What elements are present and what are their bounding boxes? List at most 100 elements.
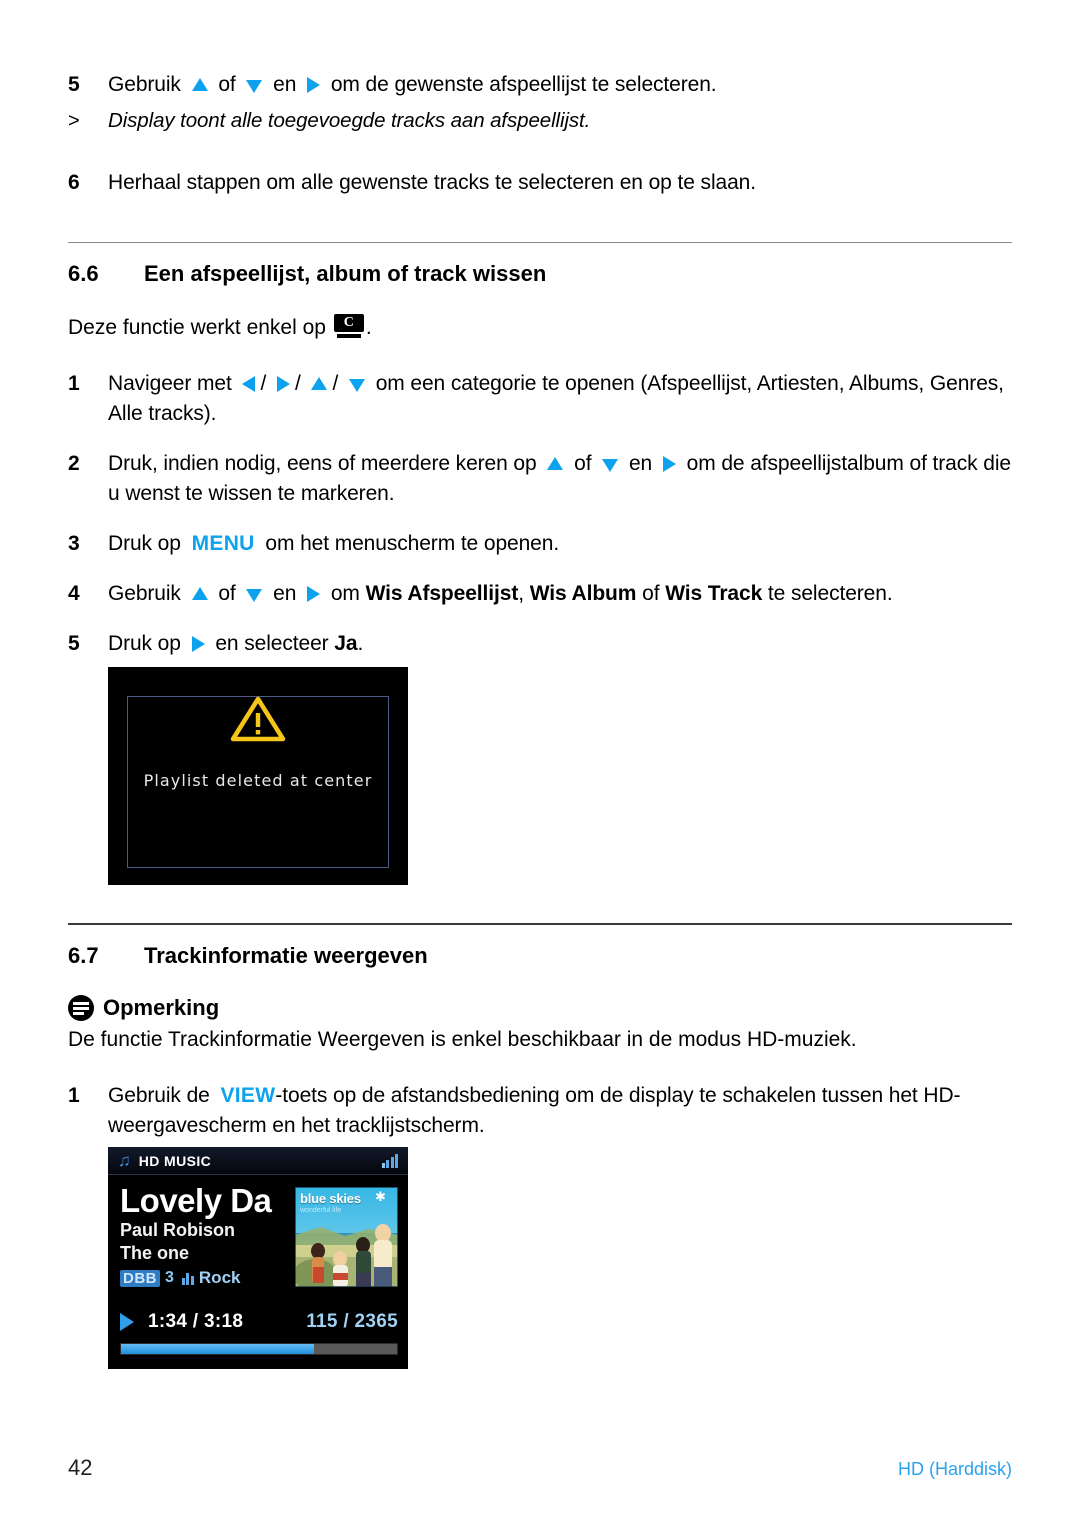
- player-screenshot-wrapper: ♫ HD MUSIC Lovely Da Paul Robison The on…: [108, 1147, 1012, 1369]
- step-text-mid2: en: [273, 73, 297, 96]
- step-number: 1: [68, 1084, 80, 1107]
- step-number: 6: [68, 171, 80, 194]
- dbb-level: 3: [165, 1269, 174, 1286]
- page-number: 42: [68, 1455, 93, 1480]
- dbb-badge: DBB: [120, 1269, 160, 1287]
- step-item: 2 Druk, indien nodig, eens of meerdere k…: [68, 449, 1012, 509]
- arrow-up-icon: [191, 77, 208, 91]
- step-item: 6 Herhaal stappen om alle gewenste track…: [68, 168, 1012, 198]
- dialog-message: Playlist deleted at center: [143, 771, 373, 790]
- step-text: Herhaal stappen om alle gewenste tracks …: [108, 171, 756, 194]
- step-text-mid2: en: [273, 582, 297, 605]
- player-genre: Rock: [198, 1268, 241, 1287]
- signal-strength-icon: [381, 1153, 398, 1168]
- note-heading: Opmerking: [68, 995, 1012, 1021]
- section-title: Trackinformatie weergeven: [144, 943, 428, 968]
- result-marker: >: [68, 110, 80, 132]
- step-text-mid: en selecteer: [215, 632, 329, 655]
- cover-title: blue skies: [300, 1191, 361, 1206]
- step-text-mid1: of: [218, 73, 236, 96]
- step-text-pre: Druk, indien nodig, eens of meerdere ker…: [108, 452, 537, 475]
- arrow-up-icon: [311, 376, 328, 390]
- step-text-post: om de gewenste afspeellijst te selectere…: [330, 73, 717, 96]
- arrow-up-icon: [191, 586, 208, 600]
- sep-1: ,: [518, 582, 524, 605]
- step-item: 5 Gebruik of en om de gewenste afspeelli…: [68, 70, 1012, 100]
- player-mode-label: HD MUSIC: [138, 1152, 212, 1169]
- play-icon[interactable]: [120, 1313, 134, 1331]
- step-text-mid2: en: [628, 452, 653, 475]
- center-device-stand: [336, 334, 361, 338]
- player-track-count: 115 / 2365: [306, 1311, 398, 1332]
- arrow-down-icon: [348, 378, 365, 392]
- arrow-down-icon: [602, 458, 619, 472]
- step-text-pre: Gebruik: [108, 73, 181, 96]
- step-text-pre: Gebruik: [108, 582, 181, 605]
- player-time: 1:34 / 3:18: [148, 1311, 244, 1332]
- step-item: 1 Gebruik de VIEW-toets op de afstandsbe…: [68, 1081, 1012, 1141]
- section-number: 6.7: [68, 943, 99, 968]
- step-text-post: om het menuscherm te openen.: [265, 532, 560, 555]
- section-heading-66: 6.6 Een afspeellijst, album of track wis…: [68, 261, 1012, 287]
- step-text-pre: Druk op: [108, 532, 181, 555]
- step-text: Gebruik of en om de gewenste afspeellijs…: [108, 70, 1012, 100]
- step-number: 3: [68, 532, 80, 555]
- step-text-mid1: of: [218, 582, 236, 605]
- step-item: 4 Gebruik of en om Wis Afspeellijst, Wis…: [68, 579, 1012, 609]
- step-text: Navigeer met / / / om een categorie te o…: [108, 372, 1004, 425]
- arrow-right-icon: [191, 636, 205, 653]
- view-key-label: VIEW: [220, 1084, 276, 1107]
- arrow-right-icon: [307, 586, 321, 603]
- step-text-pre: Gebruik de: [108, 1084, 210, 1107]
- arrow-left-icon: [242, 376, 256, 393]
- page-footer: 42 HD (Harddisk): [68, 1455, 1012, 1481]
- player-info: Lovely Da Paul Robison The one DBB 3 Roc…: [120, 1183, 398, 1288]
- step-text: Gebruik de VIEW-toets op de afstandsbedi…: [108, 1081, 1012, 1141]
- player-top-bar: ♫ HD MUSIC: [108, 1147, 408, 1175]
- note-heading-label: Opmerking: [103, 995, 220, 1020]
- dialog-screenshot-wrapper: Playlist deleted at center: [108, 667, 1012, 885]
- menu-option-wis-album: Wis Album: [529, 582, 637, 605]
- equalizer-icon: [181, 1272, 194, 1285]
- device-screenshot-dialog: Playlist deleted at center: [108, 667, 408, 885]
- note-text: De functie Trackinformatie Weergeven is …: [68, 1028, 857, 1051]
- intro-pre-text: Deze functie werkt enkel op: [68, 316, 326, 339]
- page-content: 5 Gebruik of en om de gewenste afspeelli…: [68, 70, 1012, 1369]
- arrow-down-icon: [246, 588, 263, 602]
- cover-subtitle: wonderful life: [300, 1207, 342, 1214]
- step-number: 5: [68, 632, 80, 655]
- intro-post-text: .: [365, 316, 372, 339]
- warning-triangle-icon: [230, 696, 286, 742]
- center-device-letter: C: [333, 314, 364, 332]
- step-text: Druk, indien nodig, eens of meerdere ker…: [108, 449, 1012, 509]
- arrow-right-icon: [276, 376, 290, 393]
- music-note-icon: ♫: [118, 1151, 131, 1170]
- step-text-post: .: [357, 632, 364, 655]
- step-text-post: te selecteren.: [767, 582, 893, 605]
- step-number: 2: [68, 452, 80, 475]
- player-transport-row: 1:34 / 3:18 115 / 2365: [120, 1311, 398, 1333]
- section-divider: [68, 923, 1012, 925]
- step-item: 1 Navigeer met / / / om een categorie te…: [68, 369, 1012, 429]
- step-item: 3 Druk op MENU om het menuscherm te open…: [68, 529, 1012, 559]
- section-title: Een afspeellijst, album of track wissen: [144, 261, 547, 286]
- section-number: 6.6: [68, 261, 99, 286]
- menu-option-wis-track: Wis Track: [665, 582, 763, 605]
- step-number: 5: [68, 73, 80, 96]
- section-divider: [68, 242, 1012, 243]
- step-text-mid1: of: [574, 452, 592, 475]
- section-heading-67: 6.7 Trackinformatie weergeven: [68, 943, 1012, 969]
- center-device-icon: C: [333, 314, 364, 339]
- menu-option-wis-afspeellijst: Wis Afspeellijst: [365, 582, 519, 605]
- step-text-mid3: om: [330, 582, 360, 605]
- result-line: > Display toont alle toegevoegde tracks …: [68, 106, 1012, 136]
- step-number: 4: [68, 582, 80, 605]
- sep-2: of: [642, 582, 660, 605]
- player-progress-bar[interactable]: [120, 1343, 398, 1355]
- menu-key-label: MENU: [191, 532, 255, 555]
- section-intro: Deze functie werkt enkel op C .: [68, 313, 1012, 343]
- step-text-pre: Navigeer met: [108, 372, 232, 395]
- step-number: 1: [68, 372, 80, 395]
- step-item: 5 Druk op en selecteer Ja.: [68, 629, 1012, 659]
- arrow-down-icon: [246, 79, 263, 93]
